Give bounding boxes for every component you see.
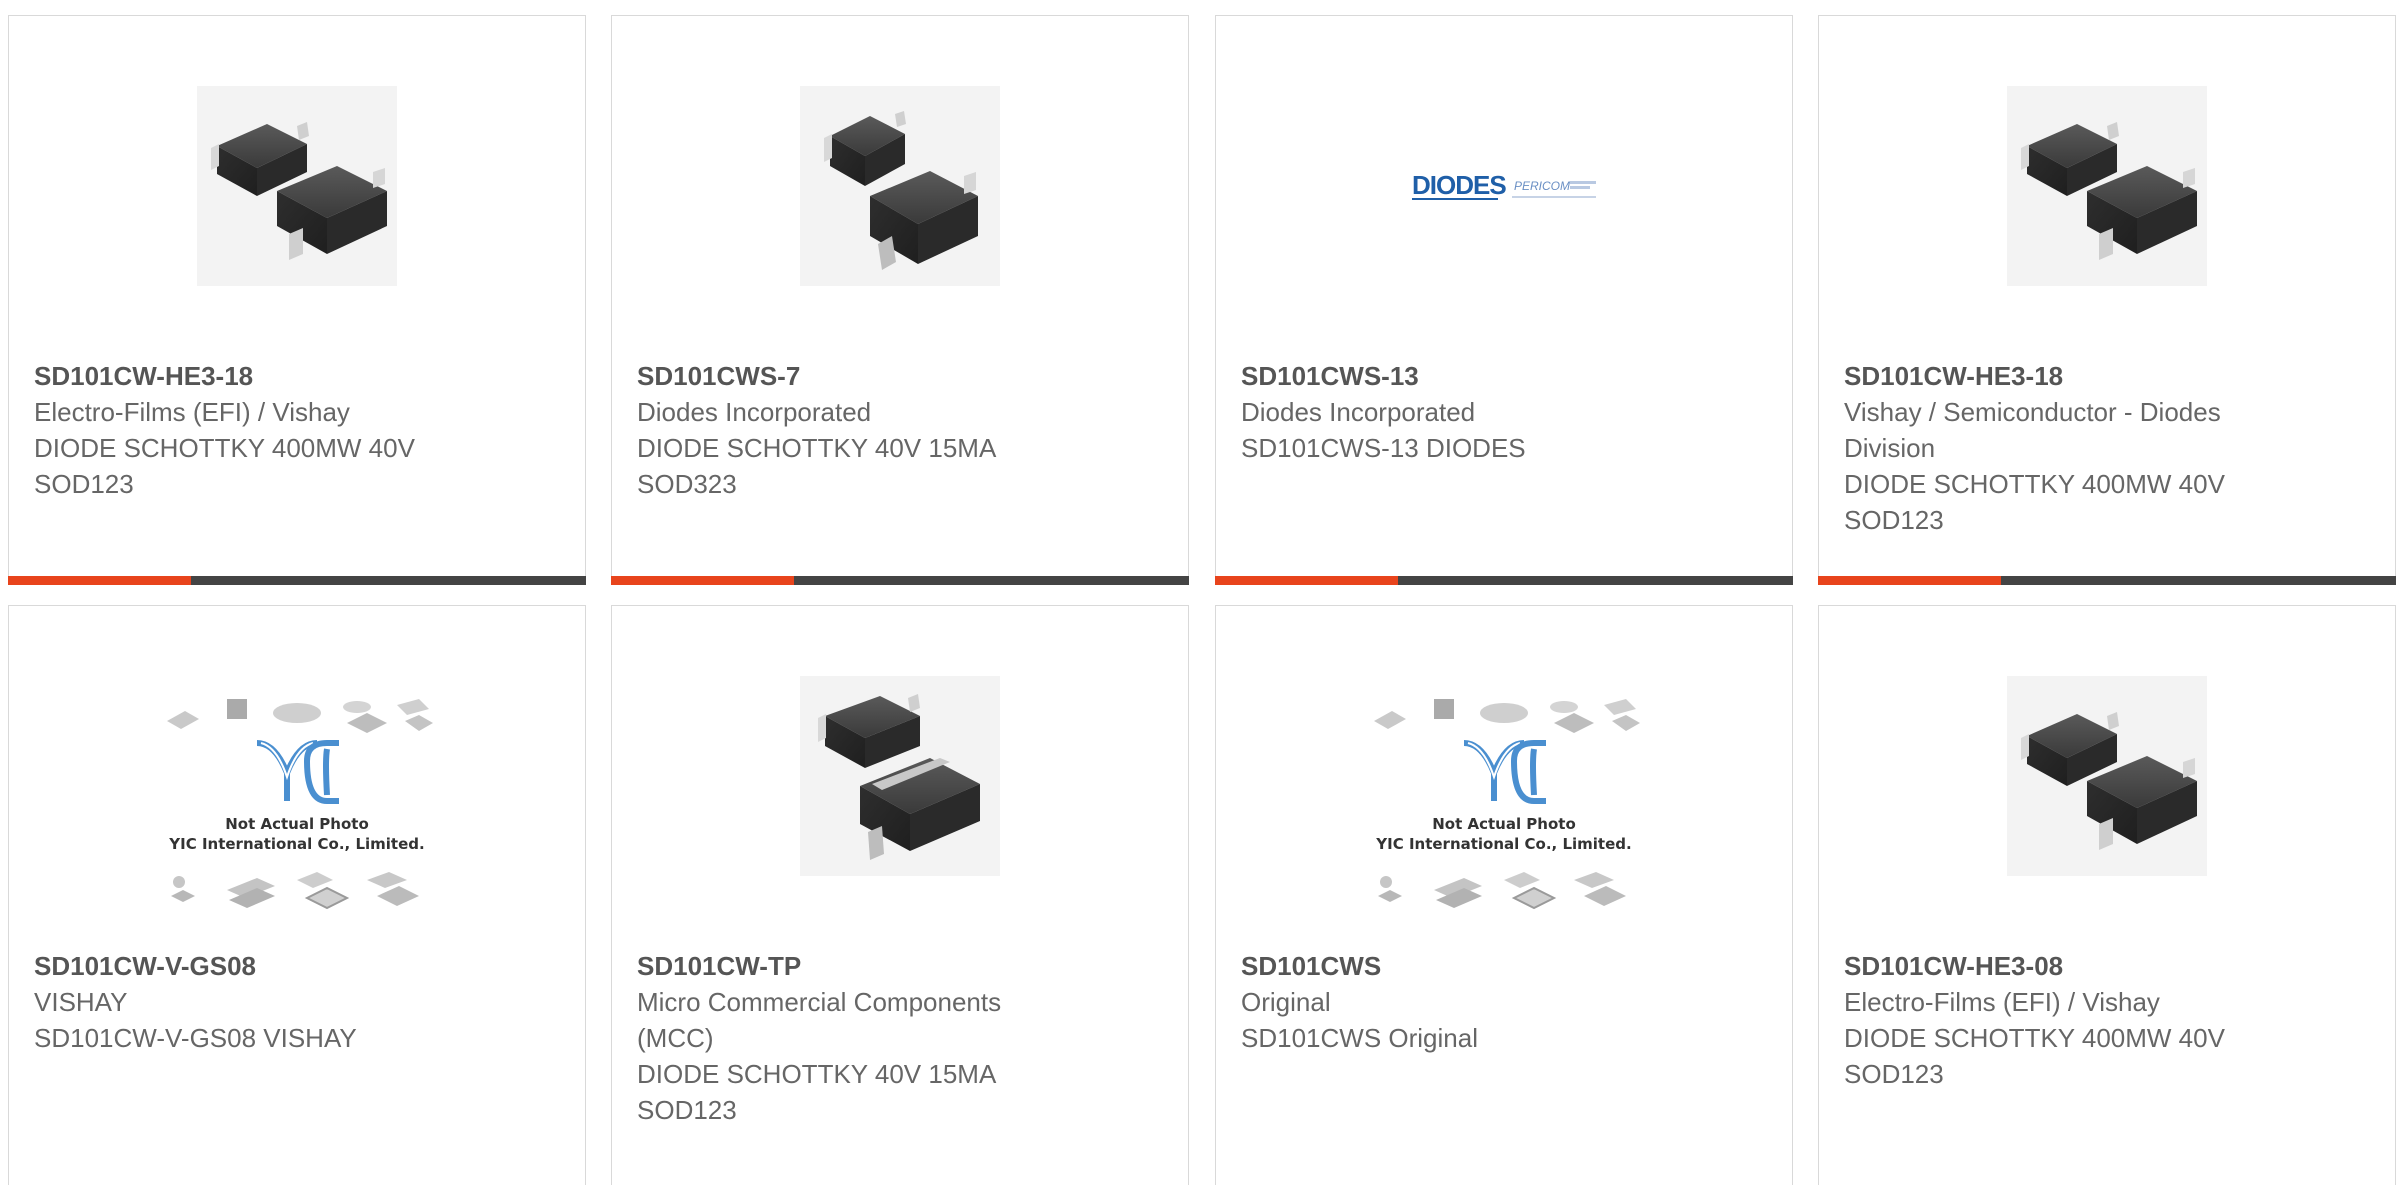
product-info: SD101CW-HE3-08 Electro-Films (EFI) / Vis… — [1844, 948, 2370, 1092]
placeholder-text-1: Not Actual Photo — [1432, 815, 1576, 833]
part-number-link[interactable]: SD101CW-HE3-18 — [1844, 358, 2370, 394]
description: SD101CW-V-GS08 VISHAY — [34, 1023, 357, 1053]
product-image — [2007, 86, 2207, 286]
product-card[interactable]: DIODES PERICOM SD101CWS-13 Diodes Incorp… — [1215, 15, 1793, 585]
manufacturer: VISHAY — [34, 987, 128, 1017]
description: SD101CWS Original — [1241, 1023, 1478, 1053]
product-info: SD101CW-TP Micro Commercial Components (… — [637, 948, 1163, 1128]
card-bottom-bar — [8, 576, 586, 585]
part-number-link[interactable]: SD101CWS-13 — [1241, 358, 1767, 394]
diodes-pericom-logo: DIODES PERICOM — [1412, 170, 1596, 200]
description: DIODE SCHOTTKY 40V 15MA SOD123 — [637, 1059, 995, 1125]
diodes-logo-text: DIODES — [1412, 170, 1506, 200]
manufacturer: Electro-Films (EFI) / Vishay — [34, 397, 350, 427]
description: DIODE SCHOTTKY 40V 15MA SOD323 — [637, 433, 995, 499]
part-number-link[interactable]: SD101CW-HE3-18 — [34, 358, 560, 394]
product-card[interactable]: SD101CW-HE3-18 Electro-Films (EFI) / Vis… — [8, 15, 586, 585]
description: SD101CWS-13 DIODES — [1241, 433, 1526, 463]
description: DIODE SCHOTTKY 400MW 40V SOD123 — [1844, 469, 2225, 535]
product-card[interactable]: SD101CWS-7 Diodes Incorporated DIODE SCH… — [611, 15, 1189, 585]
description: DIODE SCHOTTKY 400MW 40V SOD123 — [34, 433, 415, 499]
pericom-logo-text: PERICOM — [1514, 179, 1570, 193]
card-accent-bar — [1215, 576, 1398, 585]
product-info: SD101CW-HE3-18 Electro-Films (EFI) / Vis… — [34, 358, 560, 502]
part-number-link[interactable]: SD101CWS-7 — [637, 358, 1163, 394]
product-info: SD101CW-V-GS08 VISHAY SD101CW-V-GS08 VIS… — [34, 948, 560, 1056]
not-actual-photo-placeholder: Not Actual Photo YIC International Co., … — [167, 699, 433, 909]
placeholder-text-2: YIC International Co., Limited. — [1375, 835, 1631, 853]
product-grid: SD101CW-HE3-18 Electro-Films (EFI) / Vis… — [0, 0, 2400, 1185]
manufacturer: Vishay / Semiconductor - Diodes Division — [1844, 397, 2221, 463]
part-number-link[interactable]: SD101CW-V-GS08 — [34, 948, 560, 984]
description: DIODE SCHOTTKY 400MW 40V SOD123 — [1844, 1023, 2225, 1089]
manufacturer: Electro-Films (EFI) / Vishay — [1844, 987, 2160, 1017]
part-number-link[interactable]: SD101CW-TP — [637, 948, 1163, 984]
manufacturer: Diodes Incorporated — [637, 397, 872, 427]
part-number-link[interactable]: SD101CWS — [1241, 948, 1767, 984]
not-actual-photo-placeholder: Not Actual Photo YIC International Co., … — [1374, 699, 1640, 909]
product-info: SD101CW-HE3-18 Vishay / Semiconductor - … — [1844, 358, 2370, 538]
product-image — [2007, 676, 2207, 876]
product-image — [800, 86, 1000, 286]
card-bottom-bar — [1215, 576, 1793, 585]
product-card[interactable]: Not Actual Photo YIC International Co., … — [8, 605, 586, 1185]
product-card[interactable]: SD101CW-TP Micro Commercial Components (… — [611, 605, 1189, 1185]
part-number-link[interactable]: SD101CW-HE3-08 — [1844, 948, 2370, 984]
card-accent-bar — [611, 576, 794, 585]
product-info: SD101CWS Original SD101CWS Original — [1241, 948, 1767, 1056]
placeholder-text-1: Not Actual Photo — [225, 815, 369, 833]
product-image — [197, 86, 397, 286]
card-accent-bar — [8, 576, 191, 585]
manufacturer: Diodes Incorporated — [1241, 397, 1476, 427]
manufacturer: Original — [1241, 987, 1331, 1017]
card-bottom-bar — [1818, 576, 2396, 585]
manufacturer: Micro Commercial Components (MCC) — [637, 987, 1002, 1053]
product-info: SD101CWS-7 Diodes Incorporated DIODE SCH… — [637, 358, 1163, 502]
card-bottom-bar — [611, 576, 1189, 585]
card-accent-bar — [1818, 576, 2001, 585]
product-card[interactable]: SD101CW-HE3-18 Vishay / Semiconductor - … — [1818, 15, 2396, 585]
product-card[interactable]: Not Actual Photo YIC International Co., … — [1215, 605, 1793, 1185]
product-image — [800, 676, 1000, 876]
placeholder-text-2: YIC International Co., Limited. — [168, 835, 424, 853]
product-card[interactable]: SD101CW-HE3-08 Electro-Films (EFI) / Vis… — [1818, 605, 2396, 1185]
product-info: SD101CWS-13 Diodes Incorporated SD101CWS… — [1241, 358, 1767, 466]
